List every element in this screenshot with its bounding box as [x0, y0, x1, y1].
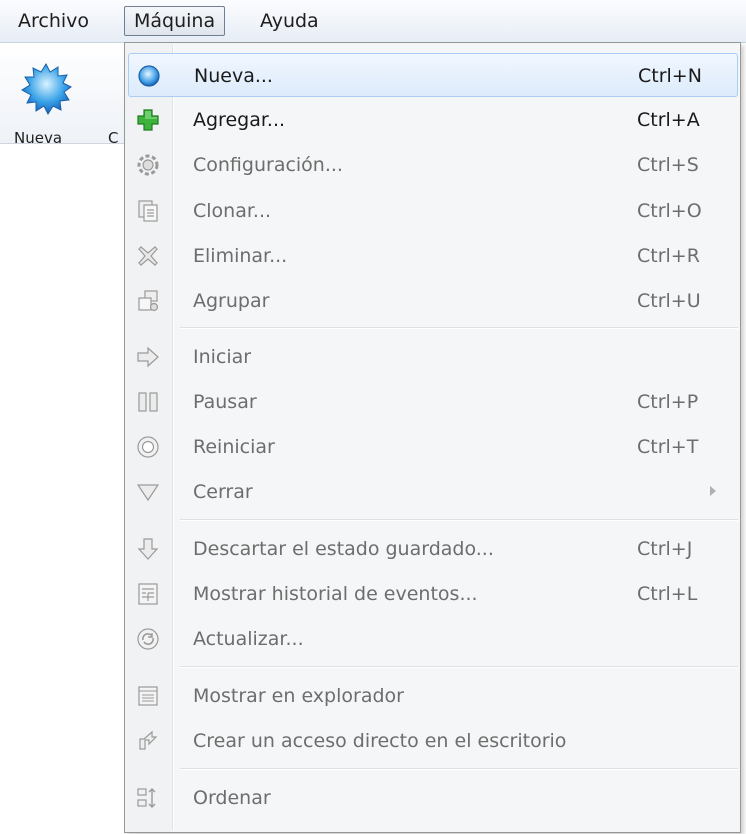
settings-icon: [136, 153, 160, 177]
menu-item-shortcut: Ctrl+L: [637, 583, 698, 605]
menu-item-shortcut: Ctrl+N: [638, 65, 702, 87]
menu-item-acceso-directo[interactable]: Crear un acceso directo en el escritorio: [128, 719, 738, 763]
menu-maquina[interactable]: Máquina: [124, 6, 226, 36]
menu-item-ordenar[interactable]: Ordenar: [128, 776, 738, 820]
menu-item-label: Crear un acceso directo en el escritorio: [193, 730, 567, 752]
menu-item-label: Reiniciar: [193, 436, 275, 458]
menu-item-cerrar[interactable]: Cerrar: [128, 470, 738, 514]
menu-item-eliminar[interactable]: Eliminar... Ctrl+R: [128, 234, 738, 278]
machine-dropdown-menu: Nueva... Ctrl+N Agregar... Ctrl+A Config…: [124, 42, 741, 833]
menu-item-clonar[interactable]: Clonar... Ctrl+O: [128, 189, 738, 233]
menu-item-label: Mostrar en explorador: [193, 685, 404, 707]
menu-item-shortcut: Ctrl+P: [637, 391, 699, 413]
menu-item-configuracion[interactable]: Configuración... Ctrl+S: [128, 143, 738, 187]
menu-separator: [180, 768, 738, 770]
menu-item-label: Clonar...: [193, 200, 272, 222]
refresh-icon: [136, 627, 160, 651]
menu-item-label: Ordenar: [193, 787, 271, 809]
menu-item-agregar[interactable]: Agregar... Ctrl+A: [128, 98, 738, 142]
close-icon: [136, 480, 160, 504]
menu-item-label: Iniciar: [193, 346, 252, 368]
menu-item-label: Descartar el estado guardado...: [193, 538, 494, 560]
menu-item-label: Cerrar: [193, 481, 253, 503]
menu-item-shortcut: Ctrl+U: [637, 290, 701, 312]
menu-separator: [180, 666, 738, 668]
menu-item-label: Nueva...: [194, 65, 273, 87]
menu-item-historial[interactable]: Mostrar historial de eventos... Ctrl+L: [128, 572, 738, 616]
menu-item-shortcut: Ctrl+T: [637, 436, 699, 458]
menu-item-shortcut: Ctrl+A: [637, 109, 700, 131]
menu-item-label: Agregar...: [193, 109, 286, 131]
toolbar-next-label: C: [108, 129, 119, 147]
menu-separator: [180, 327, 738, 329]
menu-item-agrupar[interactable]: Agrupar Ctrl+U: [128, 279, 738, 323]
menubar: Archivo Máquina Ayuda: [0, 0, 746, 43]
menu-item-label: Eliminar...: [193, 245, 288, 267]
menu-ayuda[interactable]: Ayuda: [251, 6, 328, 36]
log-icon: [136, 582, 160, 606]
starburst-icon: [21, 62, 72, 116]
menu-separator: [180, 519, 738, 521]
new-vm-icon: [137, 64, 161, 88]
sort-icon: [136, 786, 160, 810]
menu-item-label: Configuración...: [193, 154, 343, 176]
remove-icon: [136, 244, 160, 268]
group-icon: [136, 289, 160, 313]
menu-item-label: Pausar: [193, 391, 257, 413]
menu-item-reiniciar[interactable]: Reiniciar Ctrl+T: [128, 425, 738, 469]
submenu-arrow-icon: [710, 486, 716, 496]
explorer-icon: [136, 684, 160, 708]
menu-item-label: Mostrar historial de eventos...: [193, 583, 478, 605]
menu-item-actualizar[interactable]: Actualizar...: [128, 617, 738, 661]
toolbar-new-label: Nueva: [14, 129, 63, 147]
menu-item-nueva[interactable]: Nueva... Ctrl+N: [128, 53, 738, 97]
add-icon: [136, 108, 160, 132]
shortcut-icon: [136, 729, 160, 753]
menu-item-pausar[interactable]: Pausar Ctrl+P: [128, 380, 738, 424]
clone-icon: [136, 199, 160, 223]
menu-item-shortcut: Ctrl+J: [637, 538, 693, 560]
menu-item-shortcut: Ctrl+R: [637, 245, 700, 267]
menu-item-shortcut: Ctrl+O: [637, 200, 702, 222]
reset-icon: [136, 435, 160, 459]
menu-item-label: Actualizar...: [193, 628, 304, 650]
menu-item-shortcut: Ctrl+S: [637, 154, 699, 176]
menu-item-label: Agrupar: [193, 290, 270, 312]
new-vm-toolbar-button[interactable]: [20, 62, 72, 116]
toolbar: Nueva C: [0, 43, 124, 147]
menu-archivo[interactable]: Archivo: [9, 6, 98, 36]
discard-icon: [136, 537, 160, 561]
pause-icon: [136, 390, 160, 414]
menu-item-explorador[interactable]: Mostrar en explorador: [128, 674, 738, 718]
menu-item-descartar[interactable]: Descartar el estado guardado... Ctrl+J: [128, 527, 738, 571]
start-icon: [136, 345, 160, 369]
menu-item-iniciar[interactable]: Iniciar: [128, 335, 738, 379]
